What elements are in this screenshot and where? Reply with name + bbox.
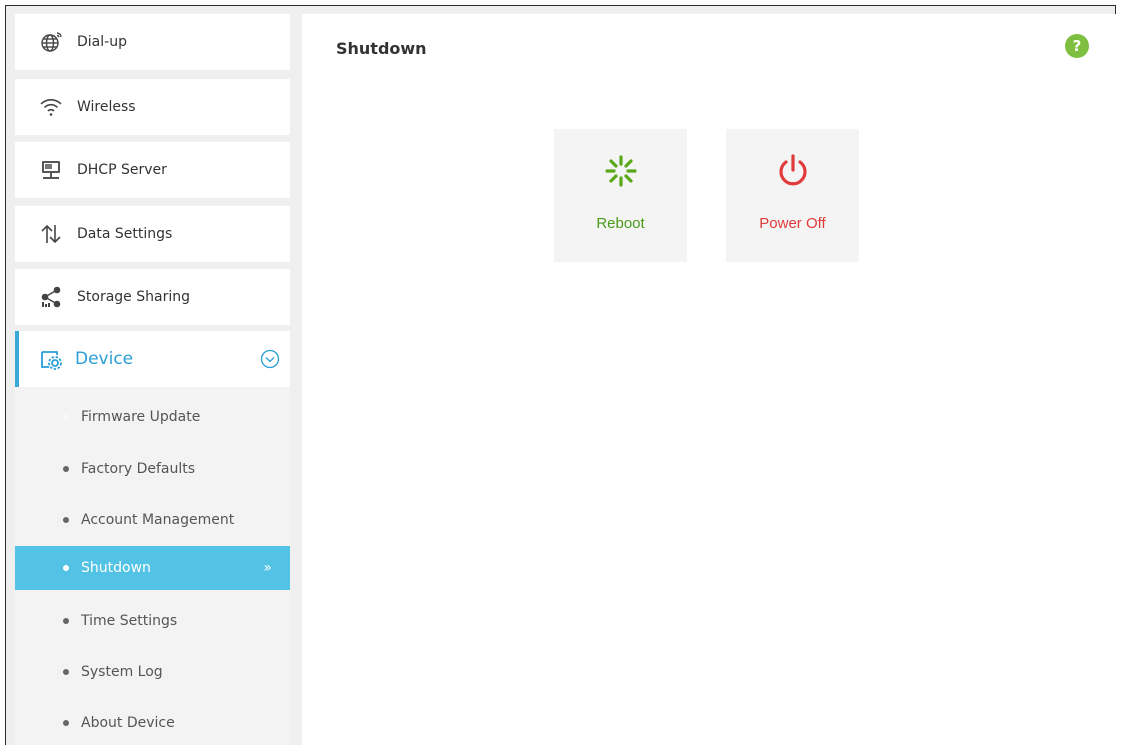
device-settings-icon <box>39 347 63 371</box>
help-button[interactable]: ? <box>1065 34 1089 58</box>
sidebar-item-dial-up[interactable]: Dial-up <box>15 14 290 70</box>
submenu-item-label: Firmware Update <box>81 409 201 425</box>
submenu-item-shutdown[interactable]: Shutdown » <box>15 546 290 590</box>
share-icon <box>39 285 63 309</box>
wifi-icon <box>39 95 63 119</box>
sidebar-item-label: Storage Sharing <box>77 289 190 305</box>
data-arrows-icon <box>39 222 63 246</box>
sidebar-item-label: Device <box>75 349 134 369</box>
sidebar-item-wireless[interactable]: Wireless <box>15 79 290 135</box>
sidebar: Dial-up Wireless DHCP Server Data Settin… <box>9 9 294 745</box>
bullet-dot <box>63 618 69 624</box>
submenu-item-factory-defaults[interactable]: Factory Defaults <box>15 447 290 491</box>
bullet-dot <box>63 414 69 420</box>
bullet-dot <box>63 565 69 571</box>
main-panel: Shutdown ? Reboot Power Off <box>302 14 1116 745</box>
submenu-item-account-management[interactable]: Account Management <box>15 498 290 542</box>
bullet-dot <box>63 466 69 472</box>
sidebar-item-device[interactable]: Device <box>15 331 290 387</box>
power-off-button[interactable]: Power Off <box>726 129 859 262</box>
submenu-item-about-device[interactable]: About Device <box>15 701 290 745</box>
power-icon <box>775 153 811 189</box>
submenu-item-label: Account Management <box>81 512 235 528</box>
sidebar-item-label: Data Settings <box>77 226 173 242</box>
sidebar-item-label: Wireless <box>77 99 136 115</box>
globe-icon <box>39 30 63 54</box>
power-off-label: Power Off <box>759 215 826 232</box>
submenu-item-label: About Device <box>81 715 175 731</box>
submenu-item-label: Time Settings <box>81 613 178 629</box>
sidebar-item-storage-sharing[interactable]: Storage Sharing <box>15 269 290 325</box>
bullet-dot <box>63 517 69 523</box>
submenu-item-label: System Log <box>81 664 163 680</box>
submenu-item-system-log[interactable]: System Log <box>15 650 290 694</box>
sidebar-item-label: DHCP Server <box>77 162 167 178</box>
submenu-item-time-settings[interactable]: Time Settings <box>15 599 290 643</box>
submenu-item-label: Shutdown <box>81 560 151 576</box>
chevron-down-icon <box>260 349 280 369</box>
submenu-item-label: Factory Defaults <box>81 461 196 477</box>
reboot-button[interactable]: Reboot <box>554 129 687 262</box>
reboot-spinner-icon <box>603 153 639 189</box>
dhcp-server-icon <box>39 158 63 182</box>
bullet-dot <box>63 669 69 675</box>
double-chevron-right-icon: » <box>263 560 272 576</box>
sidebar-item-label: Dial-up <box>77 34 127 50</box>
sidebar-item-data-settings[interactable]: Data Settings <box>15 206 290 262</box>
submenu-item-firmware-update[interactable]: Firmware Update <box>15 395 290 439</box>
page-title: Shutdown <box>336 39 427 58</box>
sidebar-item-dhcp-server[interactable]: DHCP Server <box>15 142 290 198</box>
device-submenu: Firmware Update Factory Defaults Account… <box>15 387 290 745</box>
reboot-label: Reboot <box>596 215 645 232</box>
bullet-dot <box>63 720 69 726</box>
